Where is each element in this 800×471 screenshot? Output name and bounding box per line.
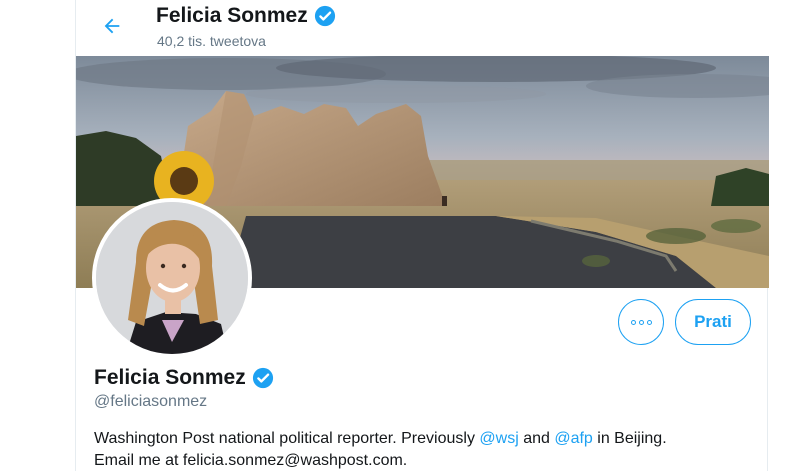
bio-text: in Beijing.: [592, 430, 667, 447]
profile-handle: @feliciasonmez: [94, 393, 208, 410]
profile-avatar[interactable]: [92, 198, 252, 358]
profile-display-name: Felicia Sonmez: [94, 366, 246, 389]
bio-text: Washington Post national political repor…: [94, 430, 480, 447]
bio-email-line: Email me at felicia.sonmez@washpost.com.: [94, 452, 408, 469]
mention-wsj-link[interactable]: @wsj: [479, 430, 518, 447]
verified-badge-icon: [314, 5, 335, 27]
profile-display-name-row: Felicia Sonmez: [94, 366, 274, 390]
follow-button[interactable]: Prati: [675, 299, 751, 345]
mention-afp-link[interactable]: @afp: [554, 430, 592, 447]
profile-column: Felicia Sonmez 40,2 tis. tweetova Prati …: [75, 0, 769, 471]
arrow-left-icon: [104, 18, 120, 34]
profile-bio: Washington Post national political repor…: [94, 428, 754, 471]
more-options-icon: [630, 319, 652, 325]
avatar-photo: [96, 202, 248, 354]
more-options-button[interactable]: [618, 299, 664, 345]
tweet-count: 40,2 tis. tweetova: [157, 33, 266, 49]
verified-badge-icon: [252, 367, 273, 389]
header-title: Felicia Sonmez: [156, 4, 336, 28]
bio-text: and: [518, 430, 555, 447]
profile-header-bar: Felicia Sonmez 40,2 tis. tweetova: [76, 0, 769, 56]
header-display-name: Felicia Sonmez: [156, 4, 308, 27]
back-button[interactable]: [94, 8, 130, 44]
